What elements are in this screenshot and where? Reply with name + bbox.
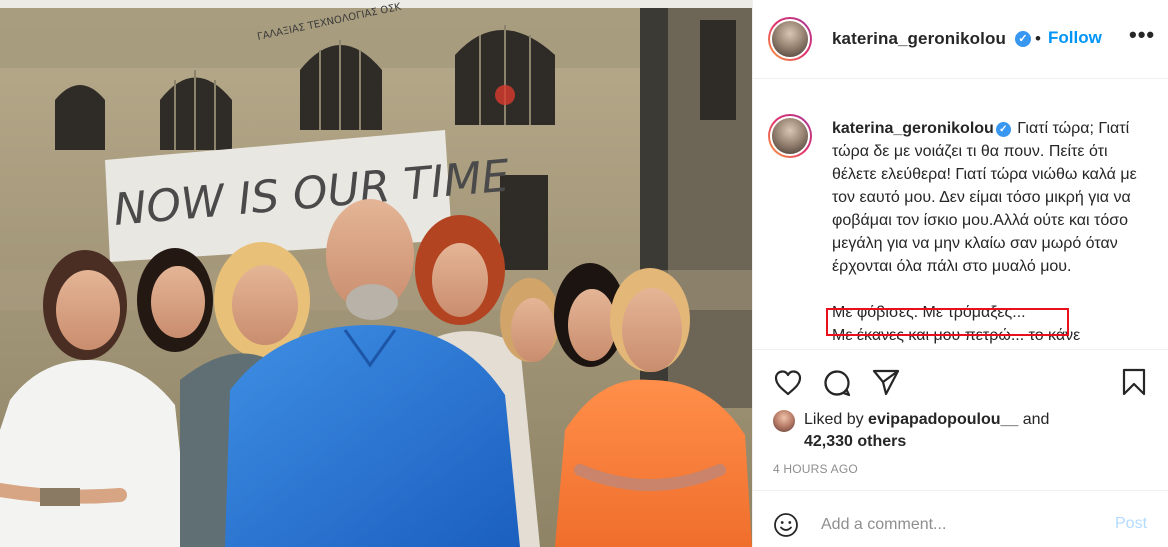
paper-plane-icon[interactable] [871,367,901,397]
post-side-panel: katerina_geronikolou ✓ • Follow ••• kate… [752,0,1168,547]
follow-button[interactable]: Follow [1048,28,1102,48]
heart-icon[interactable] [773,368,803,398]
author-avatar[interactable] [768,17,812,61]
post-header: katerina_geronikolou ✓ • Follow ••• [753,0,1168,79]
verified-badge-icon: ✓ [1015,31,1031,47]
likes-and: and [1018,411,1050,428]
caption-username[interactable]: katerina_geronikolou [832,120,994,137]
comment-input[interactable] [821,513,1091,537]
post-actions: Liked by evipapadopoulou__ and 42,330 ot… [753,349,1168,547]
caption-avatar[interactable] [768,114,812,158]
caption-verified-badge-icon: ✓ [995,122,1011,137]
highlight-box [826,308,1069,336]
likes-text: Liked by evipapadopoulou__ and 42,330 ot… [804,409,1049,453]
separator-dot: • [1035,29,1041,48]
author-avatar-image [770,19,810,59]
caption-avatar-image [770,116,810,156]
liker-avatar[interactable] [773,410,795,432]
post-comment-button[interactable]: Post [1115,515,1147,533]
photo-illustration: ΓΑΛΑΞΙΑΣ ΤΕΧΝΟΛΟΓΙΑΣ ΟΣΚ NOW IS OUR TIME [0,2,752,547]
liker-username[interactable]: evipapadopoulou__ [868,411,1018,428]
likes-others-count[interactable]: 42,330 others [804,433,906,450]
add-comment-row: Post [753,490,1168,547]
comment-icon[interactable] [822,368,852,398]
post-photo[interactable]: ΓΑΛΑΞΙΑΣ ΤΕΧΝΟΛΟΓΙΑΣ ΟΣΚ NOW IS OUR TIME [0,0,752,547]
likes-prefix: Liked by [804,411,869,428]
author-username[interactable]: katerina_geronikolou [832,29,1006,49]
caption-paragraph-1: Γιατί τώρα; Γιατί τώρα δε με νοιάζει τι … [832,120,1137,275]
emoji-icon[interactable] [773,512,799,538]
bookmark-icon[interactable] [1119,367,1149,397]
post-timestamp[interactable]: 4 HOURS AGO [773,462,858,476]
more-options-icon[interactable]: ••• [1129,24,1154,52]
